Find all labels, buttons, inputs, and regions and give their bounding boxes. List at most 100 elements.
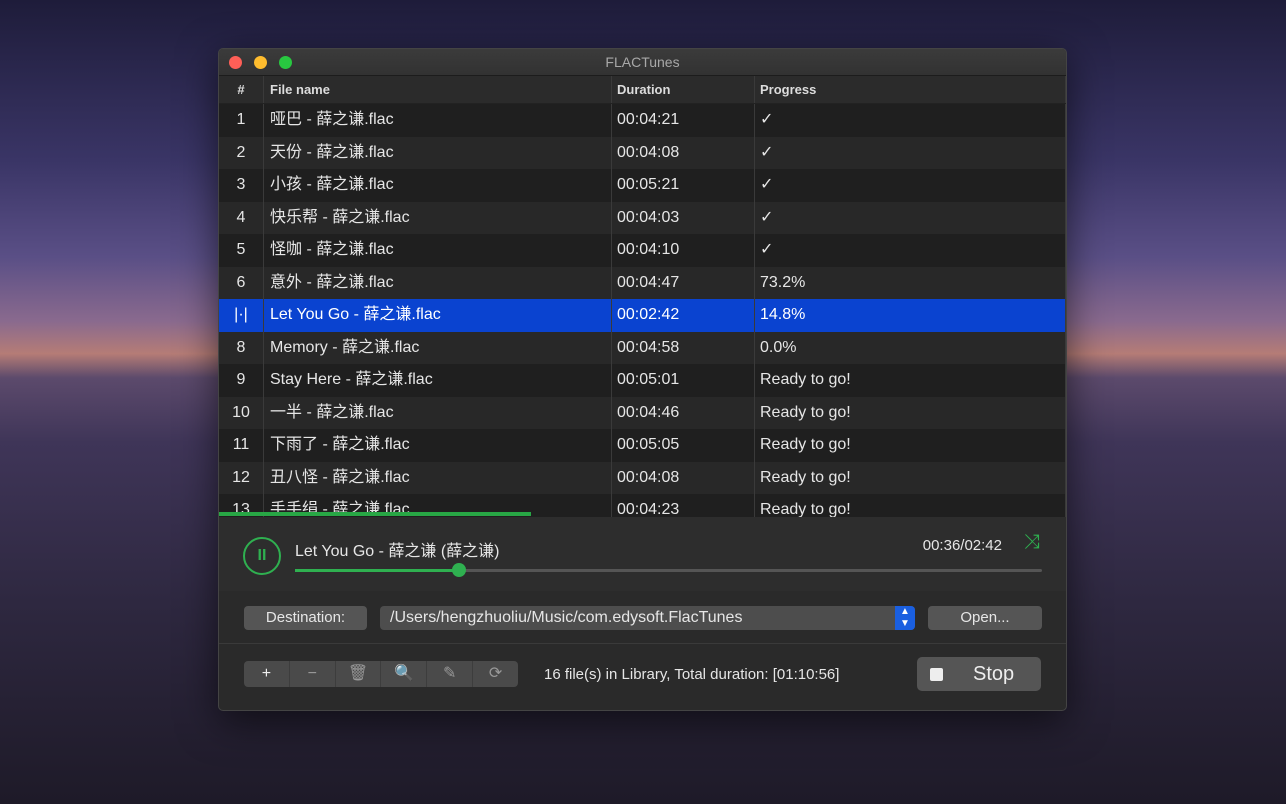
row-file-name: 天份 - 薛之谦.flac [264,136,612,169]
table-row[interactable]: 12 丑八怪 - 薛之谦.flac 00:04:08 Ready to go! [219,461,1066,494]
row-progress: 73.2% [755,266,1066,299]
row-progress: ✓ [755,104,1066,137]
table-row[interactable]: 2 天份 - 薛之谦.flac 00:04:08 ✓ [219,136,1066,169]
row-progress: ✓ [755,136,1066,169]
destination-path-select[interactable]: /Users/hengzhuoliu/Music/com.edysoft.Fla… [380,606,915,630]
row-duration: 00:05:21 [612,169,755,202]
row-file-name: 下雨了 - 薛之谦.flac [264,429,612,462]
destination-path: /Users/hengzhuoliu/Music/com.edysoft.Fla… [390,609,743,626]
row-number: 3 [219,169,264,202]
row-duration: 00:04:23 [612,494,755,518]
table-row[interactable]: 4 快乐帮 - 薛之谦.flac 00:04:03 ✓ [219,201,1066,234]
row-progress: Ready to go! [755,461,1066,494]
col-duration[interactable]: Duration [612,76,755,103]
col-file-name[interactable]: File name [264,76,612,103]
row-duration: 00:05:01 [612,364,755,397]
row-number: 1 [219,104,264,137]
row-duration: 00:04:58 [612,331,755,364]
close-button[interactable] [229,56,242,69]
row-duration: 00:04:21 [612,104,755,137]
row-progress: ✓ [755,169,1066,202]
row-progress: Ready to go! [755,429,1066,462]
row-progress: Ready to go! [755,364,1066,397]
conversion-progress-bar [219,512,531,516]
row-number: 2 [219,136,264,169]
remove-icon[interactable]: − [290,661,336,687]
table-row[interactable]: 9 Stay Here - 薛之谦.flac 00:05:01 Ready to go… [219,364,1066,397]
row-file-name: 小孩 - 薛之谦.flac [264,169,612,202]
pause-icon[interactable]: II [243,537,281,575]
row-progress: 14.8% [755,299,1066,332]
playback-time: 00:36/02:42 [922,537,1002,554]
divider [219,643,1066,644]
edit-tags-icon[interactable]: ✎ [427,661,474,687]
table-row[interactable]: 1 哑巴 - 薛之谦.flac 00:04:21 ✓ [219,104,1066,137]
row-progress: Ready to go! [755,396,1066,429]
row-duration: 00:04:08 [612,136,755,169]
row-file-name: 怪咖 - 薛之谦.flac [264,234,612,267]
row-number: 8 [219,331,264,364]
now-playing-title: Let You Go - 薛之谦 (薛之谦) [295,543,500,560]
row-progress: ✓ [755,234,1066,267]
destination-row: Destination: /Users/hengzhuoliu/Music/co… [244,606,1042,632]
player-panel: II Let You Go - 薛之谦 (薛之谦) 00:36/02:42 ⤨ [219,517,1066,591]
table-row[interactable]: 11 下雨了 - 薛之谦.flac 00:05:05 Ready to go! [219,429,1066,462]
row-duration: 00:04:47 [612,266,755,299]
add-icon[interactable]: + [244,661,290,687]
trash-icon[interactable]: 🗑 [336,661,382,687]
row-progress: 0.0% [755,331,1066,364]
toolbar: + − 🗑 🔍 ✎ ⟳ [244,661,518,687]
row-progress: Ready to go! [755,494,1066,518]
row-file-name: 哑巴 - 薛之谦.flac [264,104,612,137]
row-number: 4 [219,201,264,234]
row-file-name: 快乐帮 - 薛之谦.flac [264,201,612,234]
row-file-name: Let You Go - 薛之谦.flac [264,299,612,332]
shuffle-icon[interactable]: ⤨ [1024,531,1040,554]
row-progress: ✓ [755,201,1066,234]
stop-button[interactable]: Stop [917,657,1041,691]
row-number: 6 [219,266,264,299]
row-duration: 00:04:10 [612,234,755,267]
row-number: 5 [219,234,264,267]
table-row[interactable]: 8 Memory - 薛之谦.flac 00:04:58 0.0% [219,331,1066,364]
title-bar: FLACTunes [219,49,1066,76]
row-number: 12 [219,461,264,494]
table-row[interactable]: 10 一半 - 薛之谦.flac 00:04:46 Ready to go! [219,396,1066,429]
minimize-button[interactable] [254,56,267,69]
row-number: |·| [219,299,264,332]
convert-icon[interactable]: ⟳ [473,661,518,687]
row-number: 9 [219,364,264,397]
zoom-button[interactable] [279,56,292,69]
col-number[interactable]: # [219,76,264,103]
row-file-name: 意外 - 薛之谦.flac [264,266,612,299]
destination-button[interactable]: Destination: [244,606,367,630]
search-icon[interactable]: 🔍 [381,661,428,687]
stop-icon [930,668,943,681]
library-status: 16 file(s) in Library, Total duration: [… [544,666,840,683]
app-window: FLACTunes # File name Duration Progress … [218,48,1067,711]
table-row[interactable]: 5 怪咖 - 薛之谦.flac 00:04:10 ✓ [219,234,1066,267]
table-row[interactable]: 6 意外 - 薛之谦.flac 00:04:47 73.2% [219,266,1066,299]
table-header: # File name Duration Progress [219,76,1066,104]
row-file-name: 一半 - 薛之谦.flac [264,396,612,429]
open-button[interactable]: Open... [928,606,1042,630]
row-duration: 00:04:08 [612,461,755,494]
row-duration: 00:05:05 [612,429,755,462]
row-duration: 00:04:03 [612,201,755,234]
row-file-name: 丑八怪 - 薛之谦.flac [264,461,612,494]
table-row[interactable]: |·| Let You Go - 薛之谦.flac 00:02:42 14.8% [219,299,1066,332]
col-progress[interactable]: Progress [755,76,1066,103]
row-number: 10 [219,396,264,429]
stop-label: Stop [973,663,1015,685]
row-number: 11 [219,429,264,462]
row-duration: 00:02:42 [612,299,755,332]
select-arrows-icon[interactable]: ▲ ▼ [895,606,915,630]
row-file-name: Memory - 薛之谦.flac [264,331,612,364]
seek-knob[interactable] [452,563,467,577]
seek-slider[interactable] [295,563,1042,577]
file-table[interactable]: 1 哑巴 - 薛之谦.flac 00:04:21 ✓ 2 天份 - 薛之谦.flac 00:… [219,104,1066,518]
row-file-name: Stay Here - 薛之谦.flac [264,364,612,397]
window-title: FLACTunes [605,54,680,70]
table-row[interactable]: 3 小孩 - 薛之谦.flac 00:05:21 ✓ [219,169,1066,202]
row-duration: 00:04:46 [612,396,755,429]
